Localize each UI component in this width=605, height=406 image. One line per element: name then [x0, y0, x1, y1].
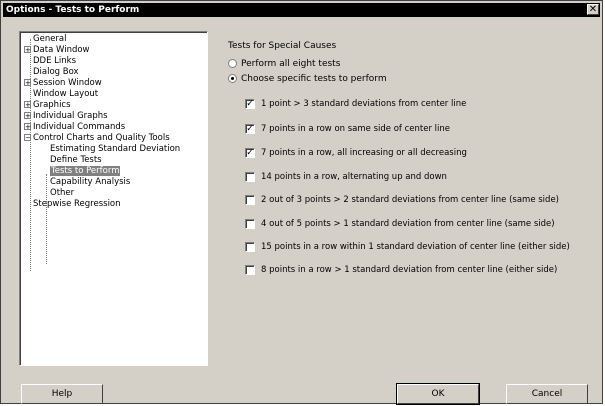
checkbox-icon[interactable]: [245, 194, 255, 205]
radio-label: Perform all eight tests: [241, 59, 341, 69]
tree-item-dde-links[interactable]: DDE Links: [24, 56, 76, 67]
test-1-checkbox[interactable]: ✓ 1 point > 3 standard deviations from ce…: [245, 98, 466, 110]
tree-item-individual-commands[interactable]: + Individual Commands: [24, 122, 125, 133]
expand-icon[interactable]: +: [24, 112, 31, 120]
tree-item-stepwise-regression[interactable]: Stepwise Regression: [24, 199, 121, 210]
tree-item-tests-to-perform[interactable]: Tests to Perform: [50, 166, 121, 177]
tree-item-estimating-std-dev[interactable]: Estimating Standard Deviation: [50, 144, 180, 155]
checkbox-icon[interactable]: [245, 264, 255, 275]
tree-item-label: Session Window: [33, 78, 102, 88]
test-5-checkbox[interactable]: 2 out of 3 points > 2 standard deviation…: [245, 194, 559, 206]
test-label: 1 point > 3 standard deviations from cen…: [261, 99, 467, 109]
ok-button[interactable]: OK: [396, 383, 480, 405]
group-title: Tests for Special Causes: [228, 41, 337, 51]
tree-item-label: Dialog Box: [33, 67, 79, 77]
tree-item-label: Define Tests: [50, 155, 102, 165]
test-2-checkbox[interactable]: ✓ 7 points in a row on same side of cente…: [245, 123, 450, 135]
tree-item-label: DDE Links: [33, 56, 76, 66]
checkbox-icon[interactable]: [245, 241, 255, 252]
tree-item-label: Window Layout: [33, 89, 99, 99]
tree-item-individual-graphs[interactable]: + Individual Graphs: [24, 111, 108, 122]
tree-item-label: Individual Graphs: [33, 111, 108, 121]
tree-item-label: Graphics: [33, 100, 71, 110]
tree-item-label: General: [33, 34, 67, 44]
radio-icon[interactable]: [228, 59, 237, 68]
test-label: 7 points in a row, all increasing or all…: [261, 148, 467, 158]
test-label: 2 out of 3 points > 2 standard deviation…: [261, 195, 559, 205]
expand-icon[interactable]: +: [24, 46, 31, 54]
cancel-button[interactable]: Cancel: [506, 384, 588, 404]
test-label: 7 points in a row on same side of center…: [261, 124, 450, 134]
checkbox-icon[interactable]: [245, 171, 255, 182]
tree-item-label: Control Charts and Quality Tools: [33, 133, 170, 143]
tree-item-label: Individual Commands: [33, 122, 126, 132]
test-4-checkbox[interactable]: 14 points in a row, alternating up and d…: [245, 171, 447, 183]
tree-item-label: Stepwise Regression: [33, 199, 121, 209]
radio-all-tests[interactable]: Perform all eight tests: [228, 58, 340, 70]
dialog-title: Options - Tests to Perform: [6, 5, 140, 15]
tree-item-general[interactable]: General: [24, 34, 67, 45]
test-7-checkbox[interactable]: 15 points in a row within 1 standard dev…: [245, 241, 570, 253]
checkbox-checked-icon[interactable]: ✓: [245, 123, 255, 134]
tree-item-data-window[interactable]: + Data Window: [24, 45, 90, 56]
checkbox-checked-icon[interactable]: ✓: [245, 98, 255, 109]
close-icon[interactable]: ✕: [587, 4, 599, 15]
tree-item-session-window[interactable]: + Session Window: [24, 78, 102, 89]
test-6-checkbox[interactable]: 4 out of 5 points > 1 standard deviation…: [245, 218, 555, 230]
tree-item-label: Other: [50, 188, 75, 198]
collapse-icon[interactable]: −: [24, 134, 31, 142]
expand-icon[interactable]: +: [24, 123, 31, 131]
test-label: 8 points in a row > 1 standard deviation…: [261, 265, 558, 275]
tree-item-label: Capability Analysis: [50, 177, 131, 187]
tree-item-graphics[interactable]: + Graphics: [24, 100, 71, 111]
checkbox-checked-icon[interactable]: ✓: [245, 147, 255, 158]
test-8-checkbox[interactable]: 8 points in a row > 1 standard deviation…: [245, 264, 557, 276]
expand-icon[interactable]: +: [24, 101, 31, 109]
options-tree[interactable]: General + Data Window DDE Links Dialog Bo…: [19, 31, 208, 366]
title-bar: Options - Tests to Perform ✕: [3, 3, 600, 17]
tree-item-control-charts[interactable]: − Control Charts and Quality Tools: [24, 133, 170, 144]
test-label: 14 points in a row, alternating up and d…: [261, 172, 447, 182]
tree-item-label: Tests to Perform: [50, 166, 121, 176]
options-dialog: Options - Tests to Perform ✕ General + Da…: [0, 0, 603, 405]
radio-selected-icon[interactable]: [228, 74, 237, 83]
help-button[interactable]: Help: [21, 384, 103, 404]
tree-item-label: Data Window: [33, 45, 90, 55]
tree-item-dialog-box[interactable]: Dialog Box: [24, 67, 79, 78]
tree-item-define-tests[interactable]: Define Tests: [50, 155, 102, 166]
test-label: 4 out of 5 points > 1 standard deviation…: [261, 219, 555, 229]
test-label: 15 points in a row within 1 standard dev…: [261, 242, 570, 252]
tree-item-other[interactable]: Other: [50, 188, 74, 199]
tree-item-capability-analysis[interactable]: Capability Analysis: [50, 177, 130, 188]
tree-item-label: Estimating Standard Deviation: [50, 144, 181, 154]
tree-item-window-layout[interactable]: Window Layout: [24, 89, 98, 100]
expand-icon[interactable]: +: [24, 79, 31, 87]
checkbox-icon[interactable]: [245, 218, 255, 229]
test-3-checkbox[interactable]: ✓ 7 points in a row, all increasing or al…: [245, 147, 467, 159]
radio-label: Choose specific tests to perform: [241, 74, 387, 84]
radio-specific-tests[interactable]: Choose specific tests to perform: [228, 73, 387, 85]
